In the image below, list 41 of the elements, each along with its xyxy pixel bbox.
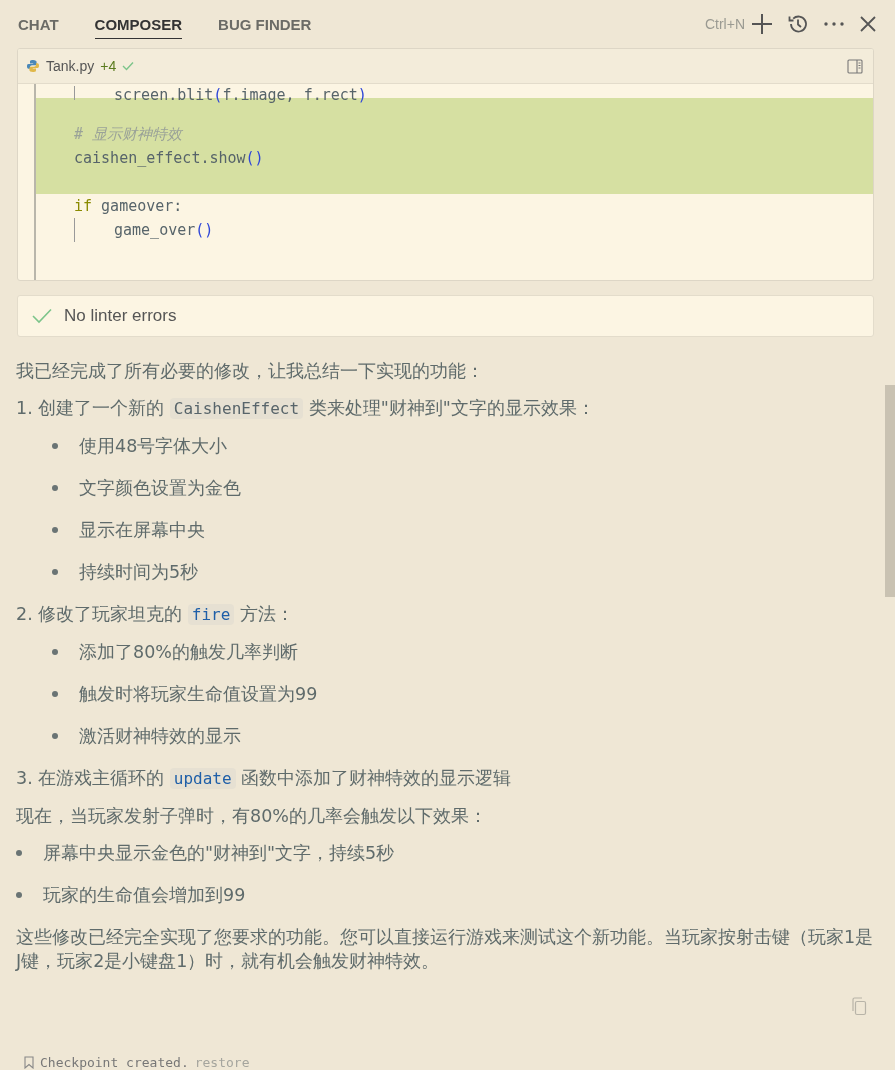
list-item-text: 持续时间为5秒 — [79, 561, 199, 584]
scrollbar-thumb[interactable] — [885, 385, 895, 597]
close-icon[interactable] — [859, 15, 877, 33]
file-name[interactable]: Tank.py — [46, 58, 95, 74]
bullet-icon — [52, 569, 58, 575]
bullet-icon — [52, 485, 58, 491]
bullet-icon — [16, 850, 22, 856]
list-item-text: 1. 创建了一个新的 CaishenEffect 类来处理"财神到"文字的显示效果： — [16, 397, 595, 421]
shortcut-hint: Ctrl+N — [704, 16, 745, 32]
list-item-text: 玩家的生命值会增加到99 — [43, 884, 246, 907]
linter-message: No linter errors — [64, 306, 177, 326]
list-item-text: 屏幕中央显示金色的"财神到"文字，持续5秒 — [43, 842, 395, 865]
tab[interactable]: COMPOSER — [94, 9, 183, 39]
sidebar-toggle-icon[interactable] — [847, 58, 863, 74]
bullet-icon — [52, 691, 58, 697]
plus-icon[interactable] — [751, 13, 773, 35]
message-paragraph: 这些修改已经完全实现了您要求的功能。您可以直接运行游戏来测试这个新功能。当玩家按射击键（玩家1是J键，玩家2是小键盘1）时，就有机会触发财神特效。 — [16, 926, 875, 973]
list-item-text: 2. 修改了玩家坦克的 fire 方法： — [16, 603, 294, 627]
list-item-text: 激活财神特效的显示 — [79, 725, 241, 748]
bullet-icon — [16, 892, 22, 898]
bullet-icon — [52, 527, 58, 533]
tab[interactable]: BUG FINDER — [218, 9, 312, 39]
history-icon[interactable] — [787, 13, 809, 35]
bullet-icon — [52, 443, 58, 449]
python-file-icon — [26, 59, 40, 73]
code-line: game_over() — [36, 218, 873, 242]
bullet-icon — [52, 733, 58, 739]
list-item-text: 3. 在游戏主循环的 update 函数中添加了财神特效的显示逻辑 — [16, 767, 512, 791]
added-lines-count: +4 — [100, 58, 117, 74]
code-line: if gameover: — [73, 196, 184, 217]
message-paragraph: 现在，当玩家发射子弹时，有80%的几率会触发以下效果： — [16, 805, 487, 828]
tab[interactable]: CHAT — [18, 9, 59, 39]
bullet-icon — [52, 649, 58, 655]
bookmark-icon — [24, 1056, 34, 1069]
list-item-text: 使用48号字体大小 — [79, 435, 228, 458]
message-paragraph: 我已经完成了所有必要的修改，让我总结一下实现的功能： — [16, 360, 484, 383]
list-item-text: 触发时将玩家生命值设置为99 — [79, 683, 318, 706]
checkpoint-message: Checkpoint created. — [40, 1055, 189, 1070]
list-item-text: 显示在屏幕中央 — [79, 519, 205, 542]
list-item-text: 添加了80%的触发几率判断 — [79, 641, 298, 664]
list-item-text: 文字颜色设置为金色 — [79, 477, 241, 500]
